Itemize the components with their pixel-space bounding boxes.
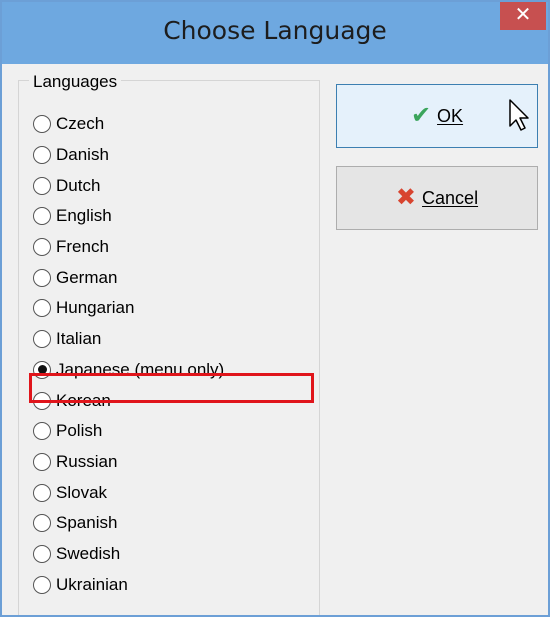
radio-japanese[interactable]: Japanese (menu only) xyxy=(33,355,313,386)
radio-label: Czech xyxy=(56,114,105,134)
radio-english[interactable]: English xyxy=(33,201,313,232)
cross-icon: ✖ xyxy=(395,184,417,211)
radio-italian[interactable]: Italian xyxy=(33,324,313,355)
radio-label: Polish xyxy=(56,421,103,441)
radio-label: Japanese (menu only) xyxy=(56,359,225,379)
radio-button[interactable] xyxy=(33,544,51,563)
radio-label: English xyxy=(56,206,112,226)
cancel-button[interactable]: ✖ Cancel xyxy=(336,166,538,230)
cancel-button-label: Cancel xyxy=(422,187,479,208)
radio-button[interactable] xyxy=(33,483,51,502)
radio-swedish[interactable]: Swedish xyxy=(33,539,313,570)
radio-czech[interactable]: Czech xyxy=(33,109,313,140)
radio-label: Korean xyxy=(56,390,111,410)
radio-spanish[interactable]: Spanish xyxy=(33,508,313,539)
dialog-content: Languages Czech Danish Dutch English Fre… xyxy=(8,64,542,615)
radio-button-selected[interactable] xyxy=(33,360,51,379)
radio-button[interactable] xyxy=(33,422,51,441)
radio-ukrainian[interactable]: Ukrainian xyxy=(33,569,313,600)
close-icon: ✕ xyxy=(514,4,532,26)
radio-button[interactable] xyxy=(33,391,51,410)
radio-label: German xyxy=(56,267,118,287)
radio-label: Dutch xyxy=(56,175,101,195)
radio-label: Danish xyxy=(56,145,109,165)
radio-danish[interactable]: Danish xyxy=(33,140,313,171)
radio-russian[interactable]: Russian xyxy=(33,447,313,478)
radio-button[interactable] xyxy=(33,207,51,226)
dialog-title: Choose Language xyxy=(163,16,387,45)
radio-label: French xyxy=(56,237,109,257)
radio-button[interactable] xyxy=(33,514,51,533)
radio-polish[interactable]: Polish xyxy=(33,416,313,447)
radio-button[interactable] xyxy=(33,146,51,165)
radio-button[interactable] xyxy=(33,299,51,318)
radio-dutch[interactable]: Dutch xyxy=(33,170,313,201)
choose-language-dialog: Choose Language ✕ Languages Czech Danish… xyxy=(0,0,550,617)
checkmark-icon: ✔ xyxy=(410,102,432,129)
title-bar: Choose Language ✕ xyxy=(2,2,548,64)
radio-button[interactable] xyxy=(33,115,51,134)
radio-label: Swedish xyxy=(56,543,121,563)
radio-button[interactable] xyxy=(33,330,51,349)
radio-label: Italian xyxy=(56,329,102,349)
radio-label: Slovak xyxy=(56,482,108,502)
languages-group: Languages Czech Danish Dutch English Fre… xyxy=(18,72,320,615)
radio-button[interactable] xyxy=(33,452,51,471)
ok-button-label: OK xyxy=(437,105,464,126)
radio-button[interactable] xyxy=(33,176,51,195)
languages-group-legend: Languages xyxy=(29,72,122,92)
language-radio-list: Czech Danish Dutch English French German… xyxy=(33,109,313,600)
radio-label: Hungarian xyxy=(56,298,135,318)
radio-button[interactable] xyxy=(33,238,51,257)
radio-label: Ukrainian xyxy=(56,574,128,594)
radio-french[interactable]: French xyxy=(33,232,313,263)
radio-korean[interactable]: Korean xyxy=(33,385,313,416)
radio-label: Russian xyxy=(56,451,118,471)
radio-button[interactable] xyxy=(33,268,51,287)
radio-slovak[interactable]: Slovak xyxy=(33,477,313,508)
ok-button[interactable]: ✔ OK xyxy=(336,84,538,148)
close-button[interactable]: ✕ xyxy=(500,2,546,30)
radio-hungarian[interactable]: Hungarian xyxy=(33,293,313,324)
radio-button[interactable] xyxy=(33,575,51,594)
radio-german[interactable]: German xyxy=(33,262,313,293)
radio-label: Spanish xyxy=(56,513,118,533)
radio-selected-dot xyxy=(37,365,47,375)
